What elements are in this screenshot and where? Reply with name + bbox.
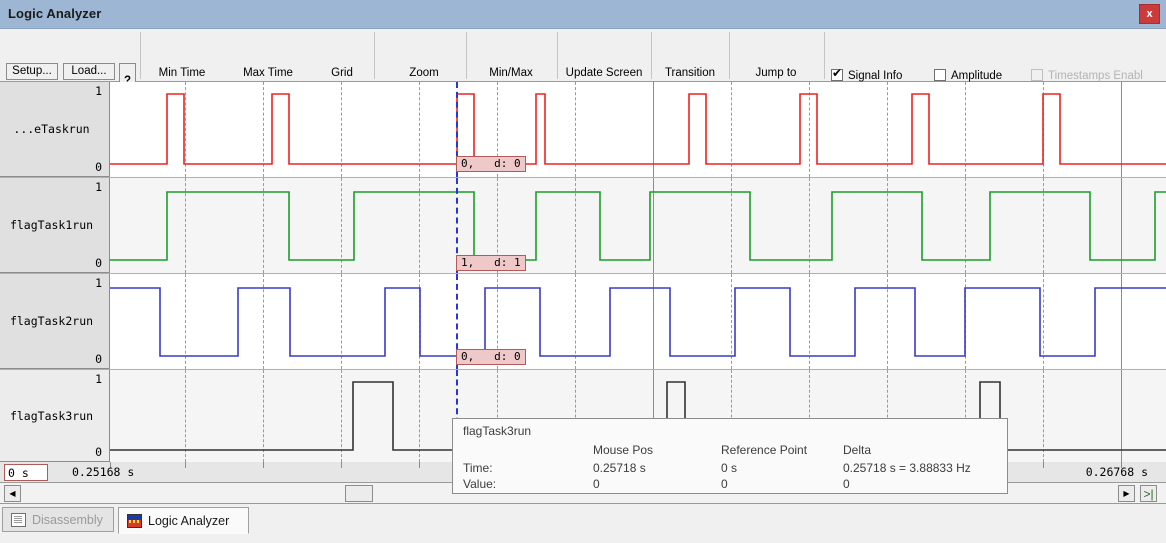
- signal-info-checkbox[interactable]: Signal Info: [831, 67, 903, 82]
- tab-logic-analyzer-label: Logic Analyzer: [148, 513, 230, 528]
- window-title: Logic Analyzer: [8, 6, 102, 21]
- tooltip-row-time: Time:: [463, 461, 493, 475]
- close-icon[interactable]: x: [1139, 4, 1160, 24]
- time-range-start: 0.25168 s: [72, 465, 135, 479]
- transition-label: Transition: [664, 67, 716, 79]
- scroll-left-icon[interactable]: ◀: [4, 485, 21, 502]
- tab-logic-analyzer[interactable]: Logic Analyzer: [118, 507, 249, 534]
- checkbox-icon: [934, 69, 946, 81]
- signal-info-tooltip: flagTask3run Mouse Pos Reference Point D…: [452, 418, 1008, 494]
- zoom-label: Zoom: [409, 67, 439, 79]
- title-bar: Logic Analyzer x: [0, 0, 1166, 29]
- cursor-time-field[interactable]: 0 s: [4, 464, 48, 481]
- waveform-trace-blue: [110, 287, 1166, 357]
- tooltip-pc-mouse: 0x8001abe: [593, 493, 652, 494]
- signal-plot[interactable]: 1, d: 1: [110, 178, 1166, 273]
- signal-label-box[interactable]: 1 flagTask1run 0: [0, 178, 110, 273]
- signal-high-value: 1: [95, 84, 102, 98]
- signal-high-value: 1: [95, 276, 102, 290]
- timestamps-checkbox: Timestamps Enabl: [1031, 69, 1143, 82]
- logic-analyzer-window: Logic Analyzer x Setup... Load... Save..…: [0, 0, 1166, 543]
- tooltip-col-reference: Reference Point: [721, 443, 808, 457]
- load-button[interactable]: Load...: [63, 63, 115, 80]
- signal-label-box[interactable]: 1 ...eTaskrun 0: [0, 82, 110, 177]
- waveform-trace-green: [110, 191, 1166, 261]
- checkbox-icon: [1031, 69, 1043, 81]
- tooltip-row-pc: PC $:: [463, 493, 493, 494]
- signal-label-box[interactable]: 1 flagTask3run 0: [0, 370, 110, 462]
- signal-high-value: 1: [95, 180, 102, 194]
- toolbar-separator: [824, 32, 825, 79]
- jump-to-label: Jump to: [755, 67, 797, 79]
- signal-name: flagTask3run: [9, 408, 94, 423]
- tab-disassembly-label: Disassembly: [32, 512, 103, 527]
- disassembly-icon: [11, 512, 26, 527]
- toolbar-separator: [374, 32, 375, 79]
- tooltip-value-mouse: 0: [593, 477, 600, 491]
- tooltip-time-delta: 0.25718 s = 3.88833 Hz: [843, 461, 971, 475]
- signal-name: flagTask2run: [9, 314, 94, 328]
- toolbar-separator: [466, 32, 467, 79]
- time-range-end: 0.26768 s: [1085, 465, 1148, 479]
- tooltip-pc-reference: 0x800019c: [721, 493, 780, 494]
- amplitude-label: Amplitude: [951, 70, 1003, 82]
- checkbox-icon: [831, 67, 843, 81]
- tooltip-signal-name: flagTask3run: [463, 424, 532, 438]
- signal-lane[interactable]: 1 flagTask1run 0 1, d: 1: [0, 178, 1166, 274]
- toolbar-separator: [140, 32, 141, 79]
- signal-info-label: Signal Info: [848, 70, 903, 82]
- signal-lane[interactable]: 1 flagTask2run 0 0, d: 0: [0, 274, 1166, 370]
- timestamps-label: Timestamps Enabl: [1048, 70, 1143, 82]
- tooltip-time-mouse: 0.25718 s: [593, 461, 646, 475]
- tab-disassembly[interactable]: Disassembly: [2, 507, 114, 532]
- logic-analyzer-icon: [127, 513, 142, 528]
- toolbar-separator: [651, 32, 652, 79]
- setup-button[interactable]: Setup...: [6, 63, 58, 80]
- signal-low-value: 0: [95, 445, 102, 459]
- signal-low-value: 0: [95, 352, 102, 366]
- signal-low-value: 0: [95, 256, 102, 270]
- signal-low-value: 0: [95, 160, 102, 174]
- signal-lane[interactable]: 1 ...eTaskrun 0 0, d: 0: [0, 82, 1166, 178]
- signal-label-box[interactable]: 1 flagTask2run 0: [0, 274, 110, 369]
- tab-bar: Disassembly Logic Analyzer CSDN @花落已飘: [0, 504, 1166, 543]
- signal-name: flagTask1run: [9, 218, 94, 232]
- tooltip-col-delta: Delta: [843, 443, 872, 457]
- signal-plot[interactable]: 0, d: 0: [110, 274, 1166, 369]
- min-time-label: Min Time: [158, 67, 206, 79]
- amplitude-checkbox[interactable]: Amplitude: [934, 69, 1002, 82]
- signal-value-box: 1, d: 1: [456, 255, 526, 271]
- signal-value-box: 0, d: 0: [456, 156, 526, 172]
- signal-plot[interactable]: 0, d: 0: [110, 82, 1166, 177]
- signal-value-box: 0, d: 0: [456, 349, 526, 365]
- scroll-right-icon[interactable]: ▶: [1118, 485, 1135, 502]
- scrollbar-thumb[interactable]: [345, 485, 373, 502]
- tooltip-time-reference: 0 s: [721, 461, 738, 475]
- minmax-label: Min/Max: [489, 67, 533, 79]
- tooltip-value-reference: 0: [721, 477, 728, 491]
- tooltip-value-delta: 0: [843, 477, 850, 491]
- tooltip-row-value: Value:: [463, 477, 497, 491]
- toolbar-separator: [729, 32, 730, 79]
- signal-high-value: 1: [95, 372, 102, 386]
- waveform-area[interactable]: 1 ...eTaskrun 0 0, d: 0 1 flagTask1run 0…: [0, 82, 1166, 462]
- waveform-trace-red: [110, 93, 1166, 165]
- scroll-to-end-icon[interactable]: >|: [1140, 485, 1157, 502]
- tooltip-col-mouse: Mouse Pos: [593, 443, 654, 457]
- max-time-label: Max Time: [243, 67, 293, 79]
- signal-name: ...eTaskrun: [13, 122, 90, 136]
- update-screen-label: Update Screen: [565, 67, 643, 79]
- toolbar: Setup... Load... Save... ? Min Time 0 s …: [0, 29, 1166, 103]
- grid-label: Grid: [331, 67, 353, 79]
